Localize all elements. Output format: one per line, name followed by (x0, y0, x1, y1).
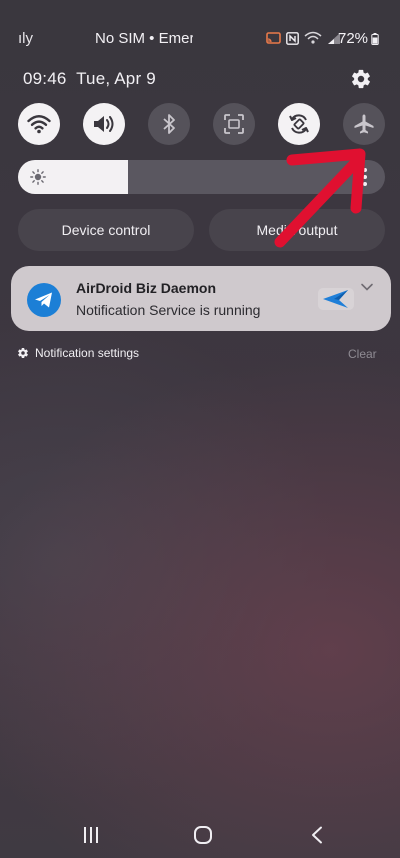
current-date: Tue, Apr 9 (76, 69, 156, 88)
notification-settings-label: Notification settings (35, 346, 140, 360)
nfc-icon (286, 31, 299, 45)
rotate-icon (289, 114, 309, 134)
carrier-status-text: No SIM • Emerg (95, 30, 193, 47)
clear-button[interactable]: Clear (348, 347, 377, 361)
screen-capture-icon (224, 114, 244, 134)
gear-icon (18, 347, 28, 358)
notification-message: Notification Service is running (76, 302, 261, 318)
bluetooth-icon (163, 114, 175, 134)
sound-toggle[interactable] (83, 103, 125, 145)
wifi-calling-icon (304, 31, 322, 44)
airplane-icon (354, 114, 374, 134)
status-icons (266, 31, 341, 45)
battery-icon (371, 32, 379, 45)
app-icon (27, 283, 61, 317)
screen-capture-toggle[interactable] (213, 103, 255, 145)
notification-app-name: AirDroid Biz Daemon (76, 280, 217, 296)
cast-icon (266, 31, 281, 44)
wifi-toggle[interactable] (18, 103, 60, 145)
back-icon[interactable] (310, 826, 324, 844)
notification-settings-link[interactable]: Notification settings (17, 346, 139, 360)
battery-status: 72% (338, 30, 379, 47)
airdroid-glyph-icon (318, 288, 354, 310)
wifi-icon (27, 115, 51, 134)
battery-percent: 72% (338, 30, 369, 47)
sun-icon (30, 169, 46, 185)
auto-rotate-toggle[interactable] (278, 103, 320, 145)
home-icon[interactable] (193, 825, 213, 845)
annotation-arrow-icon (274, 148, 366, 248)
recent-apps-icon[interactable] (82, 826, 100, 844)
airplane-mode-toggle[interactable] (343, 103, 385, 145)
volume-icon (94, 116, 114, 132)
expand-chevron-icon[interactable] (360, 282, 374, 292)
gear-icon[interactable] (350, 68, 372, 90)
bluetooth-toggle[interactable] (148, 103, 190, 145)
time-date: 09:46 Tue, Apr 9 (23, 69, 156, 89)
signal-strength-label: ıly (18, 30, 33, 47)
device-control-button[interactable]: Device control (18, 209, 194, 251)
clock-time: 09:46 (23, 69, 67, 88)
telegram-plane-icon (35, 292, 52, 308)
